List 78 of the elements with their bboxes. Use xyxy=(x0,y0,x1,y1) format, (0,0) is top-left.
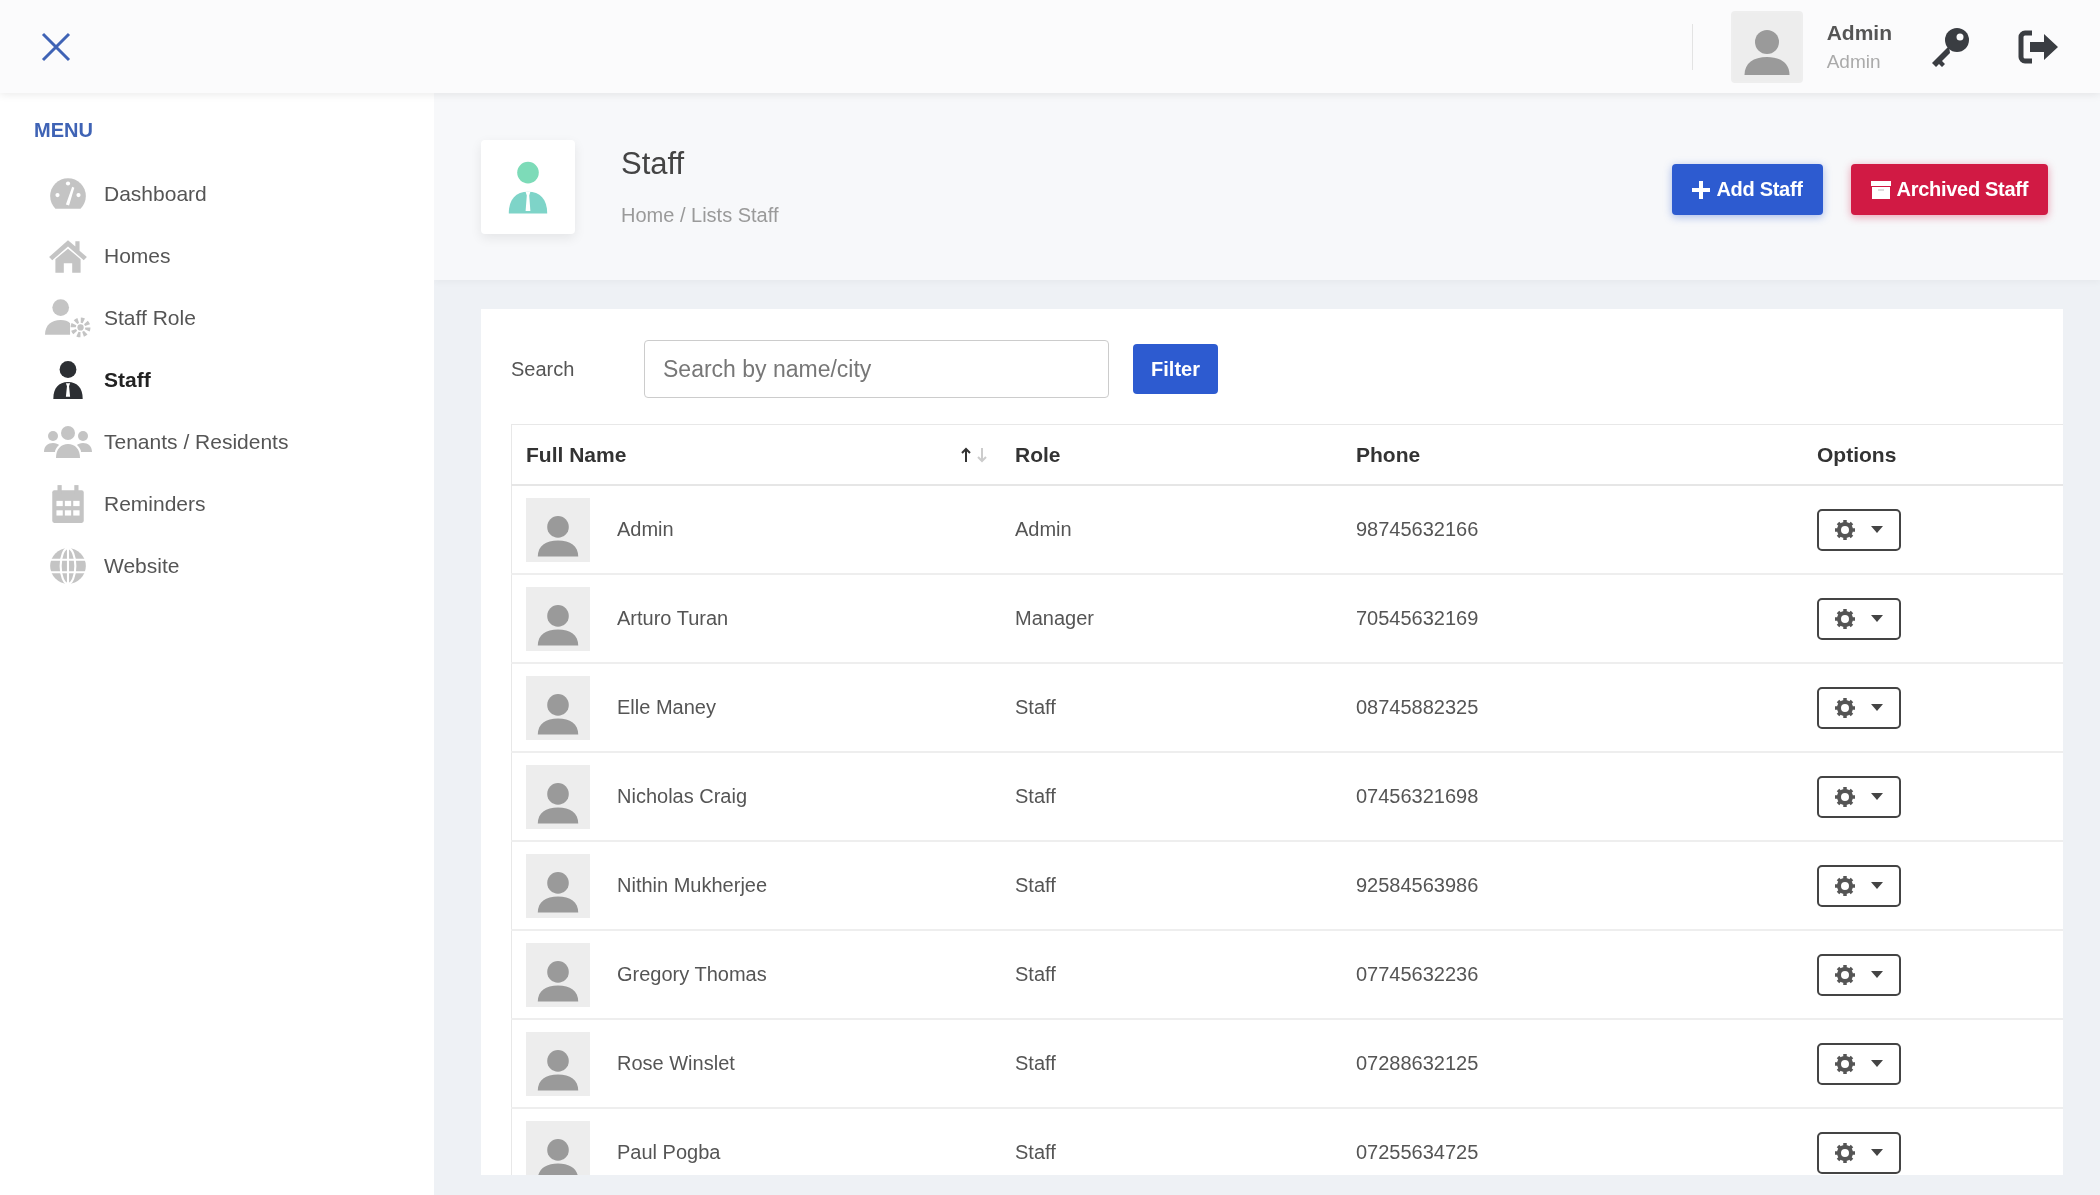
sidebar-item[interactable]: Homes xyxy=(34,235,171,277)
gear-icon xyxy=(1835,875,1855,896)
table-cell: Staff xyxy=(1001,663,1342,752)
table-cell: 07288632125 xyxy=(1342,1019,1803,1108)
staff-name: Nicholas Craig xyxy=(617,785,748,808)
sidebar-item[interactable]: Tenants / Residents xyxy=(34,421,289,463)
gear-icon xyxy=(1835,1142,1855,1163)
caret-icon xyxy=(1871,704,1883,711)
column-header[interactable]: Full Name xyxy=(511,424,1001,485)
table-cell: 07456321698 xyxy=(1342,752,1803,841)
table-cell: Manager xyxy=(1001,574,1342,663)
gear-icon xyxy=(1835,519,1855,540)
breadcrumb: Home / Lists Staff xyxy=(621,204,780,227)
archived-staff-button[interactable]: Archived Staff xyxy=(1850,164,2048,215)
table-cell: 08745882325 xyxy=(1342,663,1803,752)
page-title: Staff xyxy=(621,146,686,182)
caret-icon xyxy=(1871,971,1883,978)
logout-icon[interactable] xyxy=(2018,28,2060,65)
caret-icon xyxy=(1871,1149,1883,1156)
staff-name: Admin xyxy=(617,518,674,541)
user-role: Admin xyxy=(1826,50,1882,73)
staff-name: Nithin Mukherjee xyxy=(617,874,768,897)
user-name: Admin xyxy=(1826,20,1892,45)
table-cell: Staff xyxy=(1001,752,1342,841)
gear-icon xyxy=(1835,608,1855,629)
table-cell: 98745632166 xyxy=(1342,485,1803,574)
people-group-icon xyxy=(44,424,92,460)
sidebar-item[interactable]: Reminders xyxy=(34,483,206,525)
caret-icon xyxy=(1871,793,1883,800)
options-dropdown-button[interactable] xyxy=(1817,775,1901,818)
search-label: Search xyxy=(511,357,576,381)
sidebar-item[interactable]: Dashboard xyxy=(34,173,207,215)
table-cell: Admin xyxy=(1001,485,1342,574)
options-dropdown-button[interactable] xyxy=(1817,597,1901,640)
column-header: Phone xyxy=(1342,424,1803,485)
caret-icon xyxy=(1871,526,1883,533)
staff-name: Gregory Thomas xyxy=(617,963,767,986)
table-cell: 07255634725 xyxy=(1342,1108,1803,1175)
globe-icon xyxy=(47,545,89,587)
staff-name: Arturo Turan xyxy=(617,607,729,630)
add-staff-button[interactable]: Add Staff xyxy=(1672,164,1823,215)
gear-icon xyxy=(1835,697,1855,718)
table-cell: Staff xyxy=(1001,1019,1342,1108)
caret-icon xyxy=(1871,615,1883,622)
sidebar-item[interactable]: Staff Role xyxy=(34,297,196,339)
search-field[interactable]: Search by name/city xyxy=(644,340,1109,398)
plus-icon xyxy=(1692,180,1711,199)
menu-heading: MENU xyxy=(34,119,93,142)
person-gear-icon xyxy=(45,297,91,339)
user-avatar[interactable] xyxy=(1730,10,1803,83)
staff-name: Paul Pogba xyxy=(617,1141,721,1164)
sidebar-item[interactable]: Website xyxy=(34,545,180,587)
column-header: Options xyxy=(1803,424,2063,485)
options-dropdown-button[interactable] xyxy=(1817,508,1901,551)
table-cell: 07745632236 xyxy=(1342,930,1803,1019)
table-cell: Staff xyxy=(1001,1108,1342,1175)
options-dropdown-button[interactable] xyxy=(1817,686,1901,729)
options-dropdown-button[interactable] xyxy=(1817,953,1901,996)
table-cell: 92584563986 xyxy=(1342,841,1803,930)
sidebar-item[interactable]: Staff xyxy=(34,359,151,401)
options-dropdown-button[interactable] xyxy=(1817,1042,1901,1085)
staff-name: Rose Winslet xyxy=(617,1052,735,1075)
table-cell: 70545632169 xyxy=(1342,574,1803,663)
close-icon[interactable] xyxy=(40,30,72,63)
column-header: Role xyxy=(1001,424,1342,485)
options-dropdown-button[interactable] xyxy=(1817,864,1901,907)
caret-icon xyxy=(1871,1060,1883,1067)
caret-icon xyxy=(1871,882,1883,889)
sort-icon[interactable] xyxy=(961,446,987,463)
filter-button[interactable]: Filter xyxy=(1133,344,1218,394)
gear-icon xyxy=(1835,1053,1855,1074)
table-cell: Staff xyxy=(1001,841,1342,930)
gear-icon xyxy=(1835,786,1855,807)
table-cell: Staff xyxy=(1001,930,1342,1019)
gear-icon xyxy=(1835,964,1855,985)
staff-name: Elle Maney xyxy=(617,696,716,719)
archive-box-icon xyxy=(1870,180,1891,199)
options-dropdown-button[interactable] xyxy=(1817,1131,1901,1174)
